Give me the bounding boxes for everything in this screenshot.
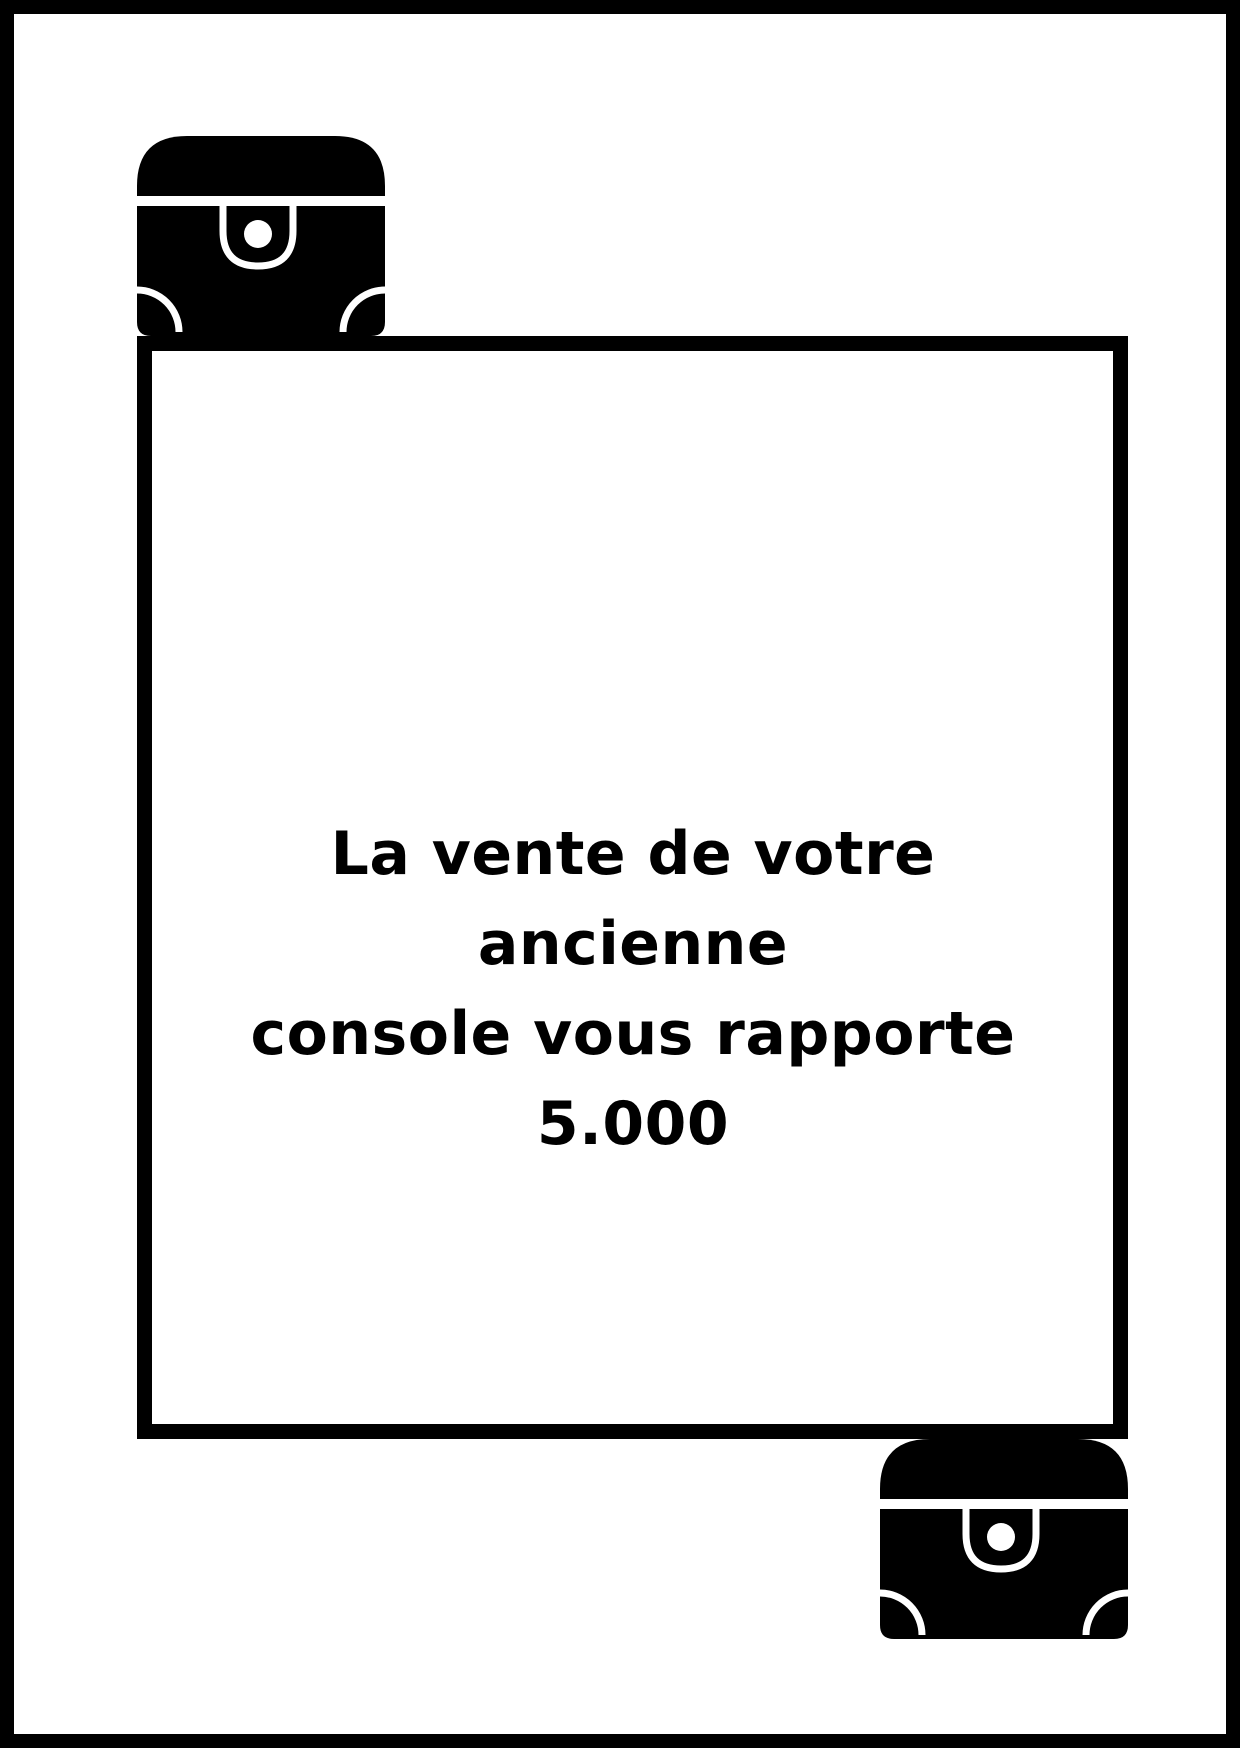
treasure-chest-icon <box>880 1439 1128 1639</box>
message-line-1: La vente de votre ancienne <box>330 819 936 979</box>
treasure-chest-icon <box>137 136 385 336</box>
game-card: La vente de votre ancienne console vous … <box>0 0 1240 1748</box>
card-message: La vente de votre ancienne console vous … <box>174 809 1092 1169</box>
message-line-2: console vous rapporte 5.000 <box>250 999 1016 1159</box>
